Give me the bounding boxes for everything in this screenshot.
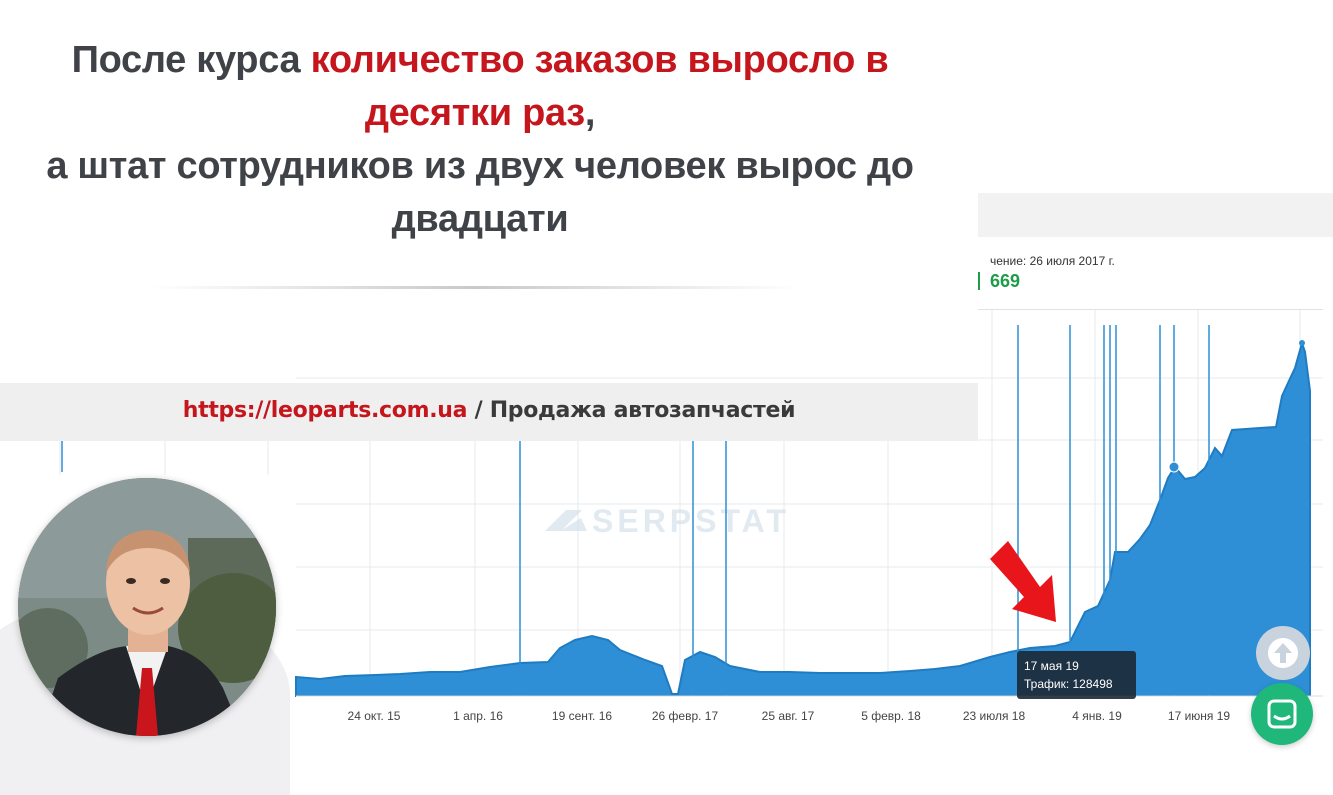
- tooltip-traffic: Трафик: 128498: [1024, 675, 1129, 693]
- watermark-text: SERPSTAT: [592, 503, 790, 539]
- data-point: [1299, 340, 1305, 346]
- tooltip-traffic-value: 128498: [1072, 677, 1113, 691]
- scroll-up-button[interactable]: [1256, 626, 1310, 680]
- chat-icon: [1267, 699, 1297, 729]
- site-separator: /: [467, 398, 490, 423]
- chart-top-bar: [978, 193, 1333, 237]
- x-axis-labels: 24 окт. 15 1 апр. 16 19 сент. 16 26 февр…: [348, 709, 1231, 723]
- x-tick: 24 окт. 15: [348, 709, 401, 723]
- x-tick: 17 июня 19: [1168, 709, 1231, 723]
- avatar: [18, 478, 276, 736]
- tooltip-traffic-label: Трафик:: [1024, 677, 1073, 691]
- x-tick: 26 февр. 17: [652, 709, 719, 723]
- x-tick: 19 сент. 16: [552, 709, 612, 723]
- x-tick: 1 апр. 16: [453, 709, 503, 723]
- value-number: 669: [990, 271, 1021, 291]
- site-description: Продажа автозапчастей: [489, 398, 796, 423]
- info-box: [978, 237, 1323, 310]
- arrow-up-icon: [1268, 638, 1298, 668]
- x-tick: 4 янв. 19: [1072, 709, 1122, 723]
- headline-part1: После курса: [71, 39, 311, 81]
- x-tick: 5 февр. 18: [861, 709, 921, 723]
- site-caption: https://leoparts.com.ua / Продажа автоза…: [0, 398, 978, 423]
- headline-comma: ,: [584, 92, 596, 134]
- x-tick: 23 июля 18: [963, 709, 1026, 723]
- value-bar: [978, 272, 980, 290]
- info-value: 669: [978, 271, 1020, 292]
- info-date: чение: 26 июля 2017 г.: [990, 254, 1115, 268]
- site-url[interactable]: https://leoparts.com.ua: [183, 398, 468, 423]
- headline-highlight: количество заказов выросло в десятки раз: [310, 39, 889, 134]
- tooltip-date: 17 мая 19: [1024, 659, 1079, 673]
- chart-tooltip: 17 мая 19 Трафик: 128498: [1017, 651, 1136, 699]
- data-point: [1168, 461, 1180, 473]
- x-tick: 25 авг. 17: [762, 709, 815, 723]
- chat-button[interactable]: [1251, 683, 1313, 745]
